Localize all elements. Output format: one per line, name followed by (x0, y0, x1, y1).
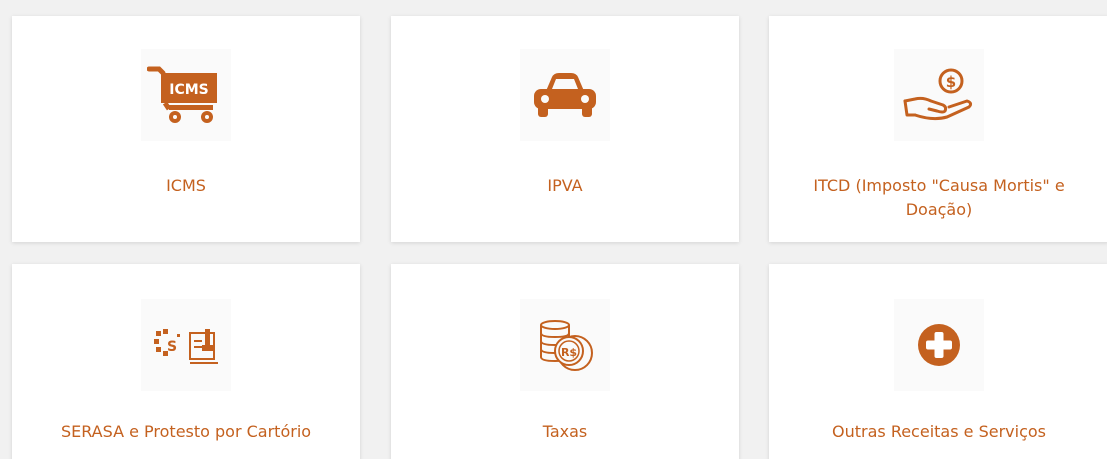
card-icms[interactable]: ICMS ICMS (12, 16, 360, 242)
taxas-icon-box: R$ (520, 299, 610, 391)
card-taxas[interactable]: R$ Taxas (391, 264, 739, 459)
card-itcd[interactable]: $ ITCD (Imposto "Causa Mortis" e Doação) (769, 16, 1107, 242)
serasa-icon-box: S (141, 299, 231, 391)
outras-icon-box (894, 299, 984, 391)
taxas-coin-symbol: R$ (561, 346, 577, 359)
card-label-serasa: SERASA e Protesto por Cartório (60, 422, 312, 441)
hand-coin-icon: $ (903, 68, 973, 121)
shopping-cart-icms-icon: ICMS (147, 66, 217, 123)
card-outras-receitas[interactable]: Outras Receitas e Serviços (769, 264, 1107, 459)
icms-badge-text: ICMS (169, 82, 209, 98)
icms-icon-box: ICMS (141, 49, 231, 141)
serasa-symbol: S (167, 339, 177, 355)
itcd-icon-box: $ (894, 49, 984, 141)
card-label-icms: ICMS (166, 176, 206, 195)
stamp-document-icon: S (154, 329, 218, 364)
services-grid: ICMS ICMS IPVA $ ITCD (Imposto "Causa Mo… (0, 0, 1107, 459)
card-ipva[interactable]: IPVA (391, 16, 739, 242)
card-label-itcd: ITCD (Imposto "Causa Mortis" e Doação) (813, 176, 1065, 219)
coins-stack-icon: R$ (540, 320, 593, 371)
car-icon (534, 73, 596, 117)
ipva-icon-box (520, 49, 610, 141)
plus-circle-icon (918, 324, 960, 366)
card-label-ipva: IPVA (547, 176, 583, 195)
itcd-coin-symbol: $ (946, 73, 956, 91)
card-label-outras-receitas: Outras Receitas e Serviços (832, 422, 1046, 441)
card-serasa[interactable]: S SERASA e Protesto por Cartório (12, 264, 360, 459)
card-label-taxas: Taxas (542, 422, 588, 441)
